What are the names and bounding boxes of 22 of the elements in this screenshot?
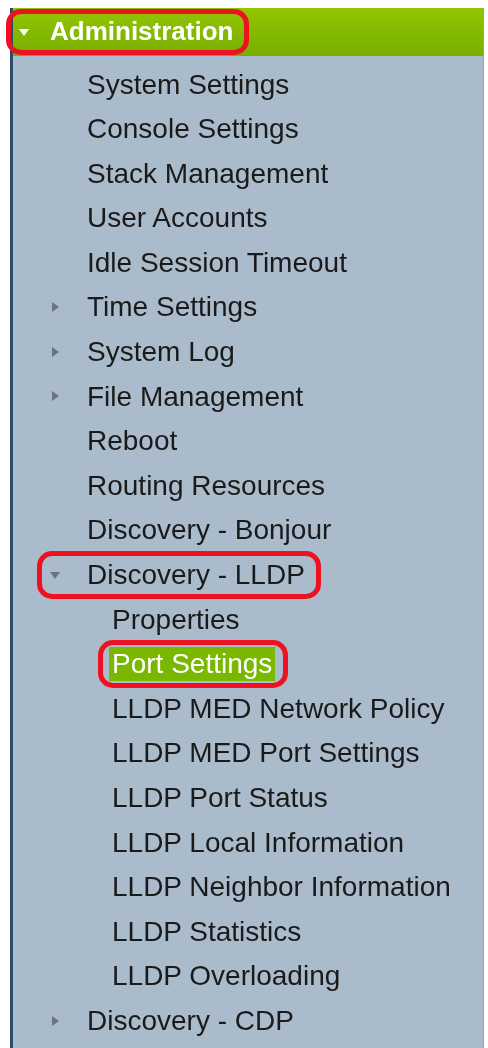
menu-item[interactable]: Stack Management — [84, 156, 332, 191]
menu-item[interactable]: LLDP Port Status — [109, 781, 331, 815]
menu-item[interactable]: LLDP Statistics — [109, 914, 305, 949]
menu-item[interactable]: Routing Resources — [84, 468, 329, 503]
menu-item[interactable]: Discovery - CDP — [84, 1003, 297, 1038]
menu-item[interactable]: User Accounts — [84, 201, 271, 235]
menu-item[interactable]: LLDP Overloading — [109, 959, 344, 993]
menu-item[interactable]: Console Settings — [84, 112, 302, 146]
menu-item[interactable]: Discovery - Bonjour — [84, 513, 335, 548]
menu-item[interactable]: System Log — [84, 335, 238, 369]
menu-item[interactable]: LLDP Local Information — [109, 825, 408, 860]
menu-item[interactable]: LLDP MED Network Policy — [109, 691, 448, 726]
menu-item[interactable]: Reboot — [84, 424, 181, 458]
menu-item[interactable]: Idle Session Timeout — [84, 245, 350, 280]
menu-item[interactable]: Time Settings — [84, 290, 261, 325]
menu-item[interactable]: LLDP Neighbor Information — [109, 870, 454, 904]
menu-item[interactable]: System Settings — [84, 67, 293, 102]
menu-item[interactable]: Discovery - LLDP — [84, 558, 308, 592]
menu-header-label: Administration — [49, 16, 235, 48]
menu-item[interactable]: LLDP MED Port Settings — [109, 736, 423, 770]
menu-item[interactable]: Properties — [109, 602, 243, 637]
menu-item[interactable]: File Management — [84, 379, 307, 414]
